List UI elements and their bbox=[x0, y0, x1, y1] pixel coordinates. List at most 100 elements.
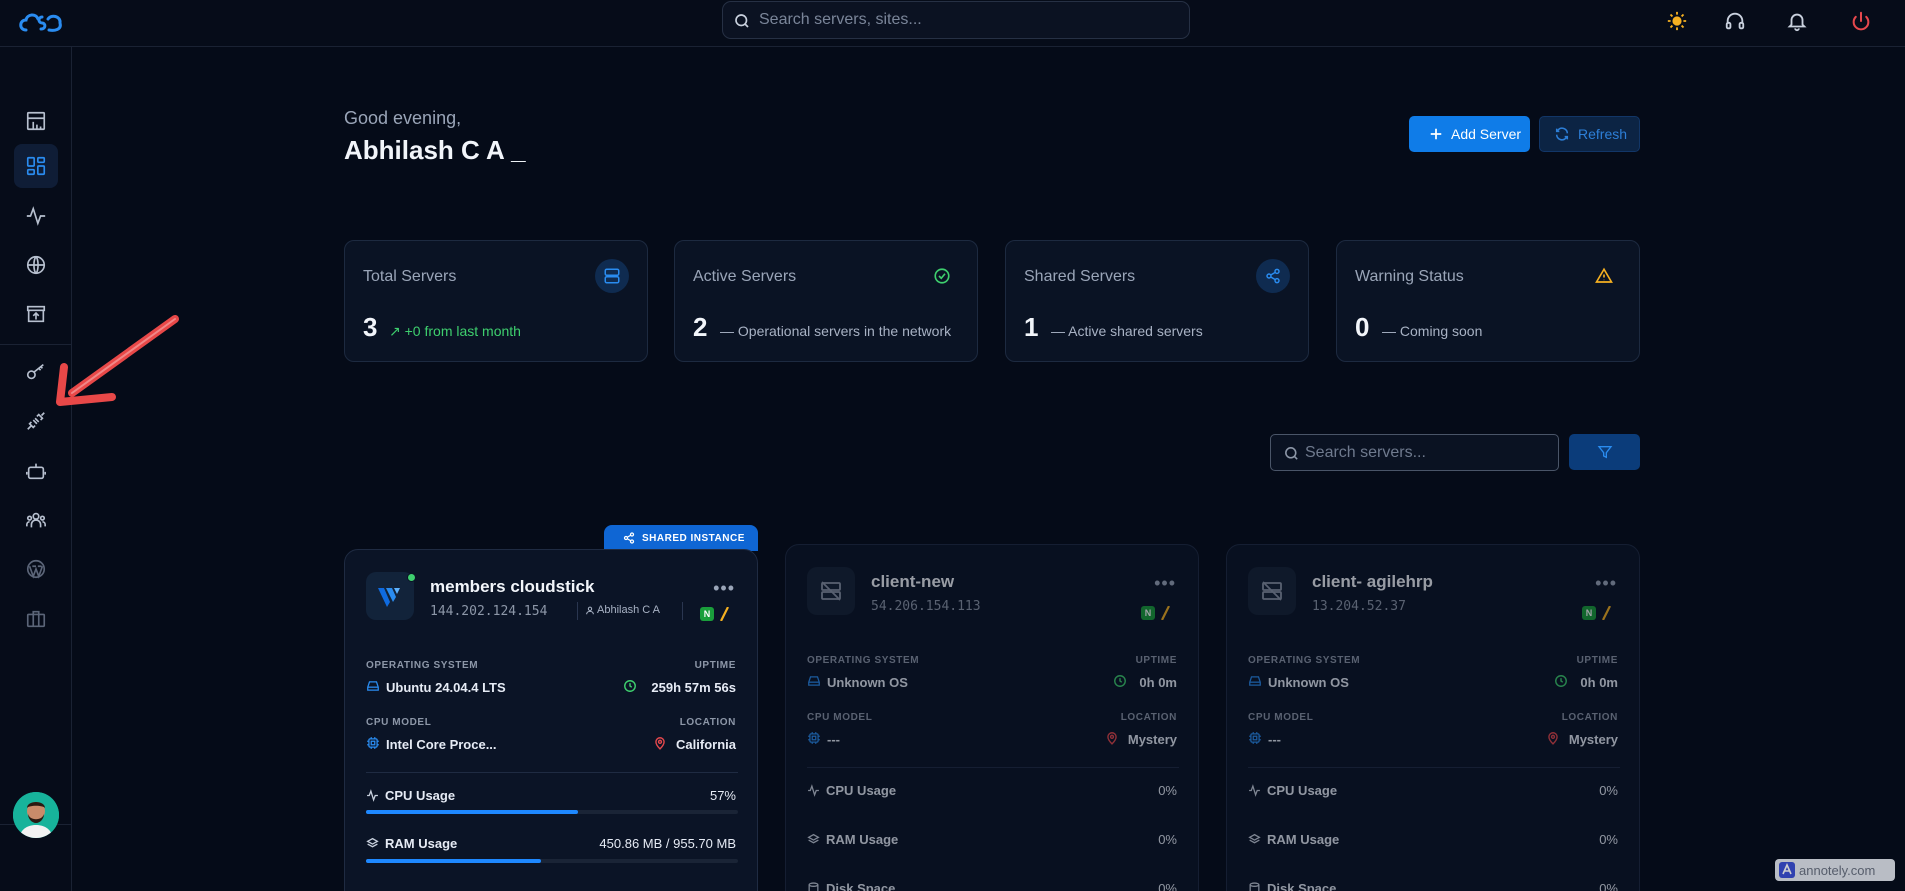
user-avatar[interactable] bbox=[13, 792, 59, 838]
cpu-chip-icon bbox=[808, 732, 820, 744]
stat-card-total-servers: Total Servers 3 ↗ +0 from last month bbox=[344, 240, 648, 362]
refresh-label: Refresh bbox=[1578, 126, 1628, 142]
dashboard-grid-icon bbox=[26, 156, 46, 176]
activity-pulse-icon bbox=[26, 206, 46, 226]
litespeed-bolt-icon bbox=[1602, 606, 1611, 620]
stat-value: 1 bbox=[1024, 312, 1039, 342]
map-pin-icon bbox=[1548, 732, 1558, 745]
stat-note: ↗ +0 from last month bbox=[389, 323, 521, 340]
server-list-search[interactable] bbox=[1270, 434, 1559, 471]
theme-toggle-sun-icon[interactable] bbox=[1664, 8, 1690, 34]
global-search-input[interactable] bbox=[759, 2, 1179, 38]
database-icon bbox=[1249, 882, 1260, 891]
shared-instance-badge: SHARED INSTANCE bbox=[604, 525, 758, 551]
layers-icon bbox=[366, 837, 379, 848]
layers-icon bbox=[807, 833, 820, 844]
stat-title: Warning Status bbox=[1355, 268, 1464, 285]
server-menu-button[interactable]: ••• bbox=[1154, 573, 1176, 594]
ram-usage-bar bbox=[366, 859, 738, 863]
location-value: Mystery bbox=[1568, 732, 1618, 747]
cpu-usage-text: CPU Usage bbox=[385, 788, 456, 803]
global-search[interactable] bbox=[722, 1, 1190, 39]
divider bbox=[682, 602, 683, 620]
server-name[interactable]: client-new bbox=[871, 572, 954, 592]
stat-title: Active Servers bbox=[693, 268, 797, 285]
os-value: Unknown OS bbox=[827, 675, 908, 690]
card-divider bbox=[1248, 767, 1620, 768]
annotely-logo-icon bbox=[1779, 862, 1795, 878]
cpu-usage-bar-fill bbox=[366, 810, 579, 814]
share-icon bbox=[1256, 259, 1290, 293]
server-name[interactable]: members cloudstick bbox=[430, 577, 594, 597]
ram-usage-label: RAM Usage bbox=[807, 832, 898, 847]
os-label: OPERATING SYSTEM bbox=[807, 655, 920, 666]
servers-icon bbox=[595, 259, 629, 293]
sidebar-item-reports[interactable] bbox=[14, 99, 58, 143]
divider bbox=[577, 602, 578, 620]
cloudstick-logo[interactable] bbox=[16, 8, 64, 38]
disk-space-label: Disk Space bbox=[1248, 881, 1336, 891]
logout-power-icon[interactable] bbox=[1848, 8, 1874, 34]
sidebar-item-monitoring[interactable] bbox=[14, 194, 58, 238]
cpu-usage-bar bbox=[366, 810, 738, 814]
stat-card-warning-status: Warning Status 0 — Coming soon bbox=[1336, 240, 1640, 362]
cpu-usage-label: CPU Usage bbox=[807, 783, 896, 798]
server-card[interactable]: members cloudstick 144.202.124.154 Abhil… bbox=[344, 549, 758, 891]
card-divider bbox=[366, 772, 738, 773]
uptime-value: 0h 0m bbox=[1139, 675, 1177, 690]
server-card[interactable]: client-new 54.206.154.113 N ••• OPERATIN… bbox=[785, 544, 1199, 891]
server-menu-button[interactable]: ••• bbox=[1595, 573, 1617, 594]
activity-icon bbox=[808, 784, 819, 797]
filter-button[interactable] bbox=[1569, 434, 1640, 470]
stat-note-text: +0 from last month bbox=[404, 323, 521, 339]
clock-icon bbox=[624, 680, 636, 692]
cpu-model-value: Intel Core Proce... bbox=[386, 737, 497, 752]
hard-drive-icon bbox=[1249, 676, 1261, 686]
sidebar-item-dashboard[interactable] bbox=[14, 144, 58, 188]
globe-icon bbox=[26, 255, 46, 275]
vultr-provider-icon bbox=[366, 572, 416, 620]
cpu-usage-value: 0% bbox=[1158, 783, 1177, 798]
cpu-usage-text: CPU Usage bbox=[826, 783, 897, 798]
sidebar-item-marketplace[interactable] bbox=[14, 597, 58, 641]
location-label: LOCATION bbox=[1120, 712, 1177, 723]
litespeed-bolt-icon bbox=[1161, 606, 1170, 620]
stat-card-shared-servers: Shared Servers 1 — Active shared servers bbox=[1005, 240, 1309, 362]
refresh-icon bbox=[1555, 127, 1569, 141]
refresh-button[interactable]: Refresh bbox=[1539, 116, 1640, 152]
location-label: LOCATION bbox=[679, 717, 736, 728]
ram-usage-text: RAM Usage bbox=[826, 832, 899, 847]
hard-drive-icon bbox=[808, 676, 820, 686]
server-offline-icon bbox=[807, 567, 855, 615]
add-server-button[interactable]: Add Server bbox=[1409, 116, 1530, 152]
plus-icon bbox=[1430, 128, 1442, 140]
add-server-label: Add Server bbox=[1451, 126, 1522, 142]
shared-instance-label: SHARED INSTANCE bbox=[642, 532, 745, 544]
cpu-usage-value: 0% bbox=[1599, 783, 1618, 798]
annotation-arrow-icon bbox=[56, 315, 179, 406]
server-name[interactable]: client- agilehrp bbox=[1312, 572, 1433, 592]
sidebar-item-sites[interactable] bbox=[14, 243, 58, 287]
team-users-icon bbox=[26, 512, 46, 528]
user-icon bbox=[586, 606, 594, 615]
cpu-model-value: --- bbox=[827, 732, 840, 747]
robot-icon bbox=[26, 463, 46, 480]
search-icon bbox=[735, 14, 749, 28]
archive-upload-icon bbox=[26, 305, 46, 323]
server-owner: Abhilash C A bbox=[597, 604, 660, 616]
sidebar-item-wordpress[interactable] bbox=[14, 547, 58, 591]
share-icon bbox=[623, 532, 635, 544]
sidebar bbox=[0, 47, 72, 891]
server-search-input[interactable] bbox=[1305, 435, 1550, 470]
nginx-icon: N bbox=[1141, 606, 1155, 620]
server-ip: 144.202.124.154 bbox=[430, 604, 548, 619]
user-name-heading: Abhilash C A _ bbox=[344, 135, 526, 165]
support-headphones-icon[interactable] bbox=[1722, 8, 1748, 34]
notifications-bell-icon[interactable] bbox=[1784, 8, 1810, 34]
location-label: LOCATION bbox=[1561, 712, 1618, 723]
server-menu-button[interactable]: ••• bbox=[713, 578, 735, 599]
ram-usage-label: RAM Usage bbox=[366, 836, 457, 851]
server-card[interactable]: client- agilehrp 13.204.52.37 N ••• OPER… bbox=[1226, 544, 1640, 891]
sidebar-item-bots[interactable] bbox=[14, 449, 58, 493]
sidebar-item-team[interactable] bbox=[14, 498, 58, 542]
